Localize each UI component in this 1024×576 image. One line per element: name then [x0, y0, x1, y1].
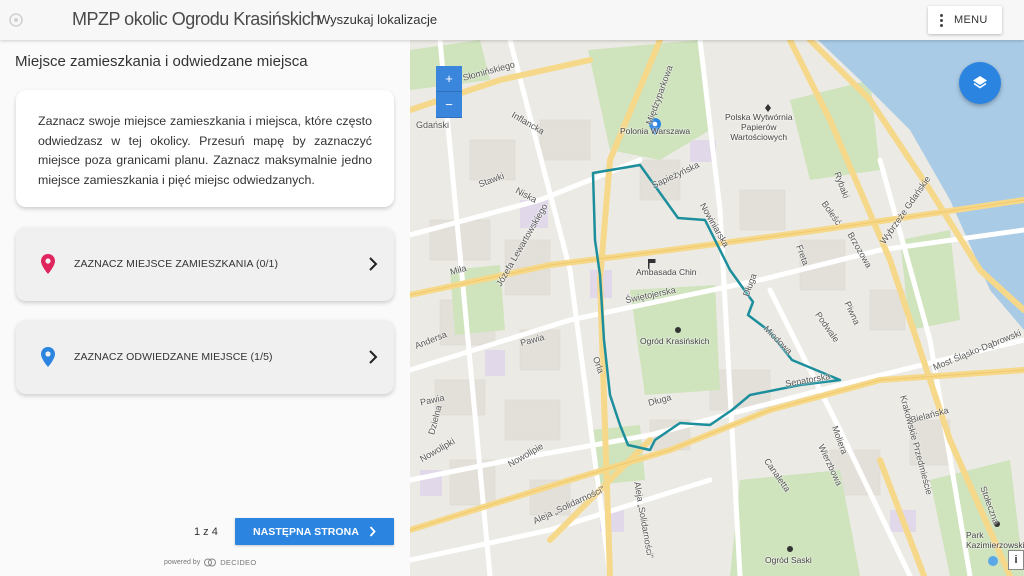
poi-label: Park Kazimierzowski: [966, 530, 1024, 550]
app-header: MPZP okolic Ogrodu Krasińskich Wyszukaj …: [0, 0, 1024, 40]
location-search-button[interactable]: Wyszukaj lokalizacje: [318, 12, 437, 27]
instructions-card: Zaznacz swoje miejsce zamieszkania i mie…: [16, 90, 394, 207]
poi-label: Polonia Warszawa: [620, 126, 691, 136]
mark-home-button[interactable]: ZAZNACZ MIEJSCE ZAMIESZKANIA (0/1): [16, 227, 394, 301]
side-panel: Miejsce zamieszkania i odwiedzane miejsc…: [0, 40, 410, 576]
decideo-brand: DECIDEO: [220, 558, 257, 567]
poi-label: Ogród Saski: [765, 555, 812, 565]
chevron-right-icon: [369, 350, 378, 364]
app-title: MPZP okolic Ogrodu Krasińskich: [72, 9, 320, 29]
page-indicator: 1 z 4: [194, 526, 218, 538]
app-root: MPZP okolic Ogrodu Krasińskich Wyszukaj …: [0, 0, 1024, 576]
mark-visited-button[interactable]: ZAZNACZ ODWIEDZANE MIEJSCE (1/5): [16, 320, 394, 394]
map-label: Gdański: [416, 120, 450, 130]
map-info-button[interactable]: i: [1008, 550, 1024, 570]
zoom-in-button[interactable]: +: [436, 66, 462, 92]
map-tiles[interactable]: [410, 40, 1024, 576]
menu-button-label: MENU: [954, 14, 988, 26]
visited-pin-icon: [41, 347, 55, 367]
map-view[interactable]: Słomińskiego Inflancka Stawki Niska Miła…: [410, 40, 1024, 576]
menu-button[interactable]: MENU: [928, 6, 1002, 34]
zoom-control: + −: [436, 66, 462, 118]
chevron-right-icon: [369, 257, 378, 271]
next-page-button[interactable]: NASTĘPNA STRONA: [235, 518, 394, 545]
decideo-logo-icon: [204, 558, 217, 567]
poi-label: Ambasada Chin: [636, 267, 697, 277]
powered-by-text: powered by: [164, 559, 201, 566]
poi-label: Ogród Krasińskich: [640, 336, 710, 346]
zoom-out-button[interactable]: −: [436, 92, 462, 118]
layers-icon: [973, 76, 987, 89]
instructions-text: Zaznacz swoje miejsce zamieszkania i mie…: [38, 114, 372, 187]
next-page-label: NASTĘPNA STRONA: [252, 525, 360, 538]
chevron-right-icon: [369, 526, 376, 537]
more-vert-icon: [940, 13, 944, 27]
layers-button[interactable]: [959, 62, 1001, 104]
mark-visited-label: ZAZNACZ ODWIEDZANE MIEJSCE (1/5): [74, 351, 273, 363]
panel-heading: Miejsce zamieszkania i odwiedzane miejsc…: [15, 53, 308, 70]
home-pin-icon: [41, 254, 55, 274]
powered-by: powered by DECIDEO: [164, 558, 256, 567]
mark-home-label: ZAZNACZ MIEJSCE ZAMIESZKANIA (0/1): [74, 258, 279, 270]
poi-label: Polska Wytwórnia Papierów Wartościowych: [725, 112, 793, 142]
app-logo-icon: [9, 13, 23, 27]
